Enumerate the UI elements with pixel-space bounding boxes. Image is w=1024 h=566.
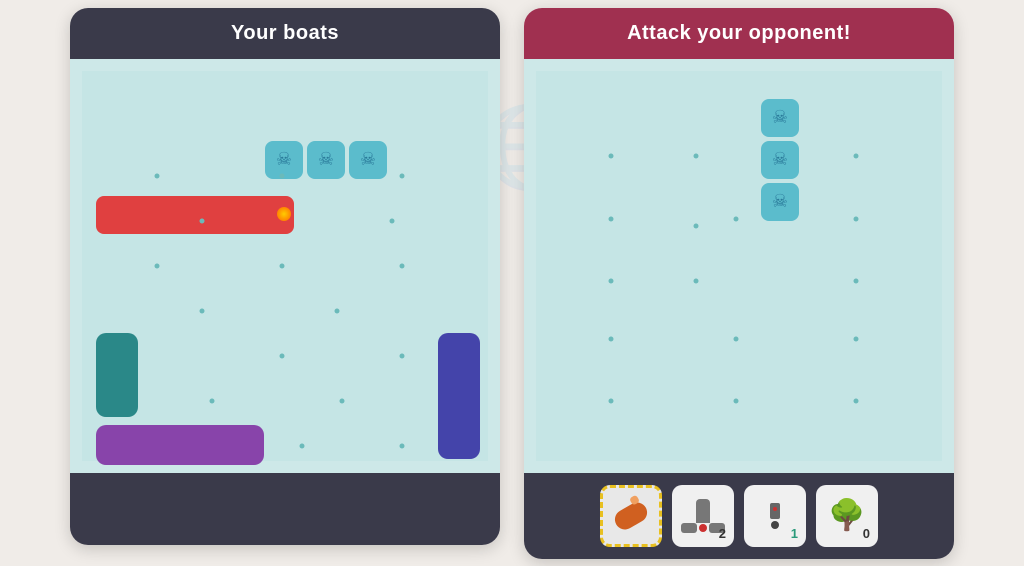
purple-vertical-boat — [438, 333, 480, 459]
grid-dot — [200, 218, 205, 223]
grid-dot — [854, 216, 859, 221]
fire-dot — [277, 207, 291, 221]
attack-panel: Attack your opponent! ☠ ☠ ☠ — [524, 8, 954, 559]
grid-dot — [694, 223, 699, 228]
mine-count: 1 — [791, 526, 798, 541]
grid-dot — [280, 173, 285, 178]
grid-dot — [335, 308, 340, 313]
grid-dot — [854, 336, 859, 341]
bomb-icon — [611, 498, 650, 532]
nuke-count: 2 — [719, 526, 726, 541]
purple-horizontal-boat — [96, 425, 264, 465]
tree-icon: 🌳 — [828, 498, 865, 533]
grid-dot — [155, 263, 160, 268]
your-boats-title: Your boats — [231, 22, 339, 44]
skull-icon: ☠ — [761, 141, 799, 179]
grid-dot — [609, 336, 614, 341]
grid-dot — [155, 173, 160, 178]
attack-title: Attack your opponent! — [627, 22, 851, 44]
grid-dot — [734, 336, 739, 341]
skull-icon: ☠ — [761, 99, 799, 137]
grid-dot — [400, 353, 405, 358]
grid-dot — [694, 278, 699, 283]
weapon-airdrop[interactable]: 🌳 0 — [816, 485, 878, 547]
grid-dot — [854, 153, 859, 158]
game-container: Your boats ☠ ☠ ☠ — [70, 8, 954, 559]
grid-dot — [854, 278, 859, 283]
grid-dot — [854, 398, 859, 403]
attack-header: Attack your opponent! — [524, 8, 954, 59]
grid-dot — [390, 218, 395, 223]
skull-icon: ☠ — [265, 141, 303, 179]
grid-dot — [694, 153, 699, 158]
your-boats-header: Your boats — [70, 8, 500, 59]
airdrop-count: 0 — [863, 526, 870, 541]
mine-icon — [770, 503, 780, 529]
attack-grid[interactable]: ☠ ☠ ☠ — [536, 71, 942, 461]
weapon-bomb[interactable] — [600, 485, 662, 547]
teal-boat — [96, 333, 138, 417]
your-boats-panel: Your boats ☠ ☠ ☠ — [70, 8, 500, 545]
skull-icon: ☠ — [307, 141, 345, 179]
weapon-mine[interactable]: 1 — [744, 485, 806, 547]
grid-dot — [340, 398, 345, 403]
grid-dot — [609, 216, 614, 221]
grid-dot — [400, 443, 405, 448]
grid-dot — [609, 278, 614, 283]
your-boats-grid: ☠ ☠ ☠ — [82, 71, 488, 461]
grid-dot — [210, 398, 215, 403]
grid-dot — [400, 263, 405, 268]
your-boats-footer — [70, 473, 500, 545]
grid-dot — [280, 263, 285, 268]
grid-dot — [400, 173, 405, 178]
grid-dot — [609, 153, 614, 158]
attack-footer: 2 1 🌳 0 — [524, 473, 954, 559]
grid-dot — [609, 398, 614, 403]
weapon-nuke[interactable]: 2 — [672, 485, 734, 547]
grid-dot — [734, 398, 739, 403]
grid-dot — [280, 353, 285, 358]
grid-dot — [300, 443, 305, 448]
attack-body: ☠ ☠ ☠ — [524, 59, 954, 473]
skull-icon: ☠ — [761, 183, 799, 221]
your-boats-body: ☠ ☠ ☠ — [70, 59, 500, 473]
skull-icon: ☠ — [349, 141, 387, 179]
grid-dot — [200, 308, 205, 313]
grid-dot — [734, 216, 739, 221]
red-boat — [96, 196, 294, 234]
